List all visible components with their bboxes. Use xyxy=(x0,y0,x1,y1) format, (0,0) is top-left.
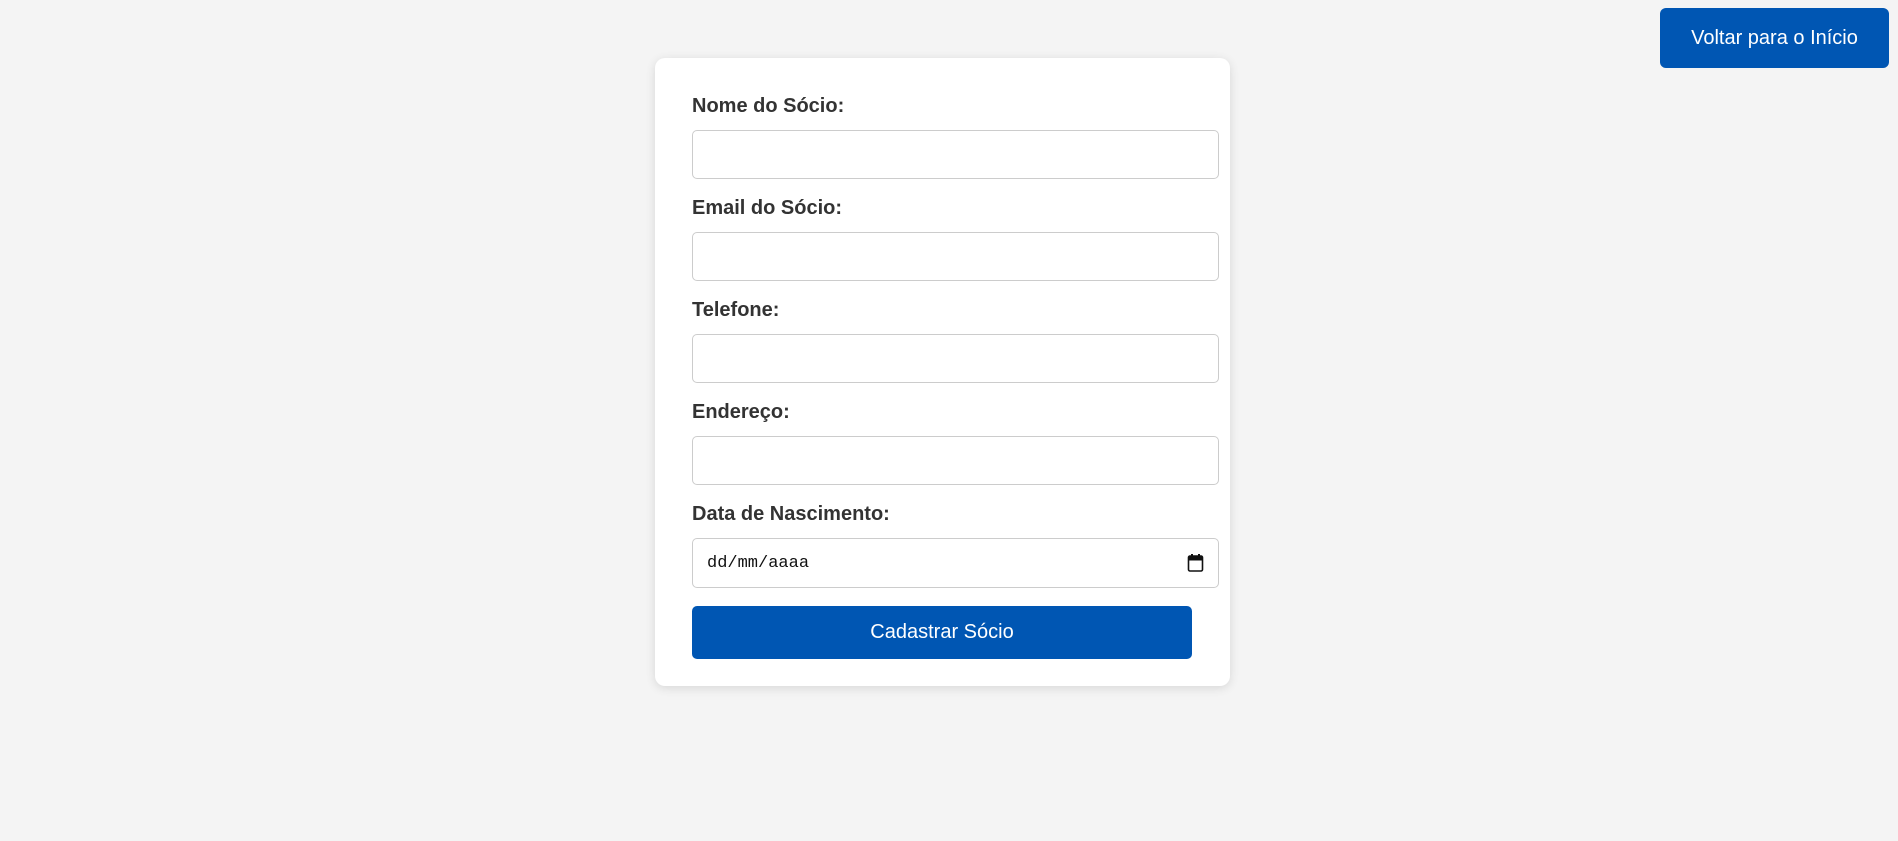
calendar-icon[interactable] xyxy=(1187,554,1204,572)
phone-input[interactable] xyxy=(692,334,1219,383)
address-label: Endereço: xyxy=(692,401,790,423)
birth-date-placeholder: dd/mm/aaaa xyxy=(707,553,810,573)
member-name-label: Nome do Sócio: xyxy=(692,95,845,117)
member-name-input[interactable] xyxy=(692,130,1219,179)
birth-date-label: Data de Nascimento: xyxy=(692,503,890,525)
register-member-button[interactable]: Cadastrar Sócio xyxy=(692,606,1192,659)
member-registration-form: Nome do Sócio: Email do Sócio: Telefone:… xyxy=(655,58,1230,686)
member-email-label: Email do Sócio: xyxy=(692,197,843,219)
phone-label: Telefone: xyxy=(692,299,780,321)
birth-date-input[interactable]: dd/mm/aaaa xyxy=(692,538,1219,588)
address-input[interactable] xyxy=(692,436,1219,485)
back-to-home-button[interactable]: Voltar para o Início xyxy=(1660,8,1889,68)
member-email-input[interactable] xyxy=(692,232,1219,281)
